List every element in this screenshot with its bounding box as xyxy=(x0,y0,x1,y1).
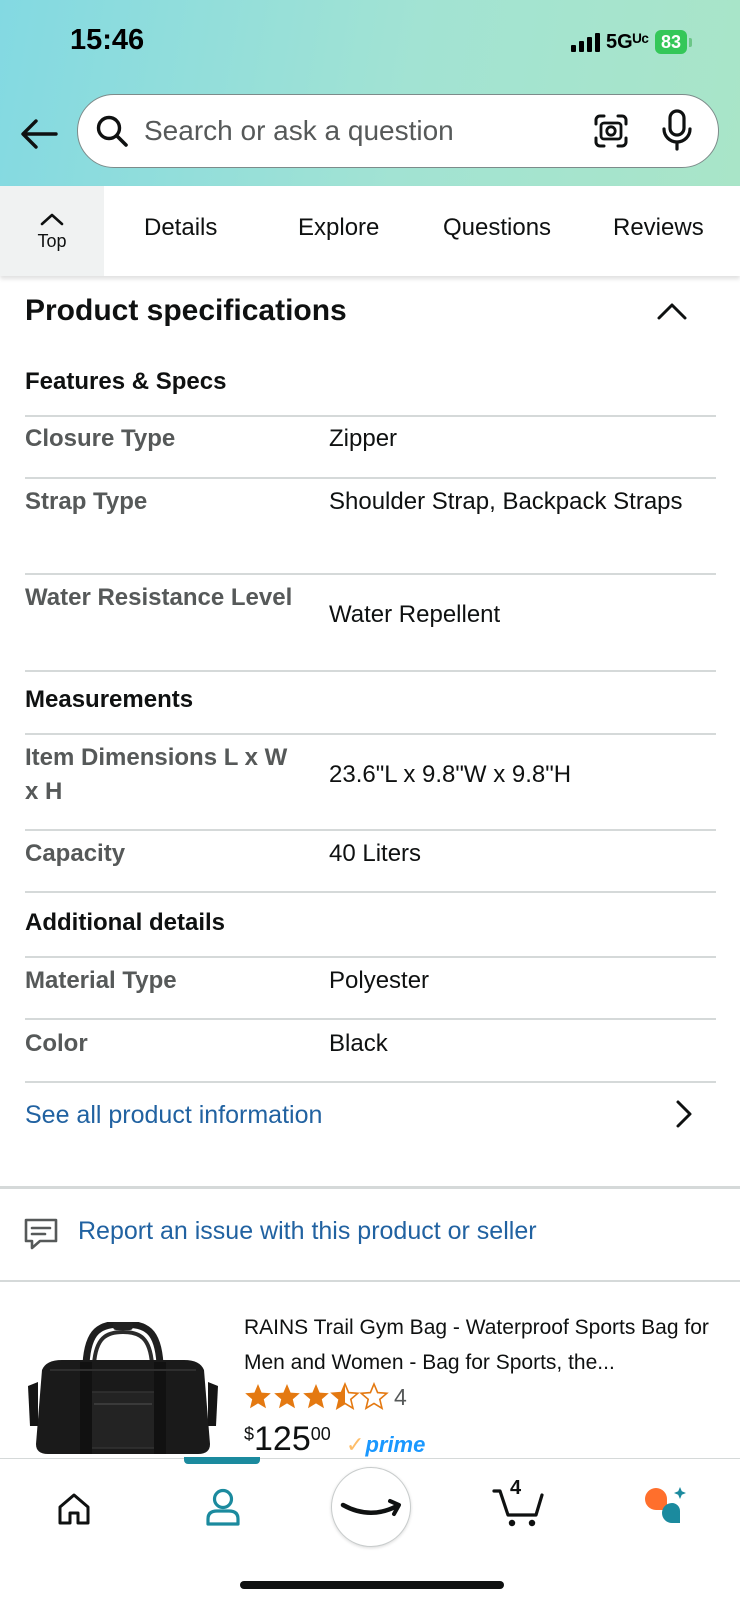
section-title: Product specifications xyxy=(25,294,347,327)
bottom-navigation: 4 xyxy=(0,1457,740,1600)
divider xyxy=(25,956,716,958)
spec-value: Polyester xyxy=(329,967,430,994)
spec-label: Item Dimensions L x W x H xyxy=(25,744,288,805)
account-icon[interactable] xyxy=(204,1487,242,1527)
price-symbol: $ xyxy=(244,1424,255,1444)
spec-value: Water Repellent xyxy=(329,601,501,628)
back-arrow-icon[interactable] xyxy=(20,116,58,152)
signal-icon xyxy=(570,32,600,52)
section-tabs: Top Details Explore Questions Reviews xyxy=(0,186,740,276)
report-issue-link[interactable]: Report an issue with this product or sel… xyxy=(78,1217,537,1246)
product-title[interactable]: RAINS Trail Gym Bag - Waterproof Sports … xyxy=(244,1310,724,1380)
product-image[interactable] xyxy=(28,1322,218,1460)
home-icon[interactable] xyxy=(56,1491,92,1527)
spec-section-heading: Measurements xyxy=(25,686,194,713)
amazon-smile-icon xyxy=(340,1499,401,1516)
divider xyxy=(25,733,716,735)
spec-label: Closure Type xyxy=(25,425,176,452)
active-tab-indicator xyxy=(184,1457,260,1464)
rufus-assistant-icon[interactable] xyxy=(642,1485,688,1527)
tab-reviews[interactable]: Reviews xyxy=(613,214,704,242)
status-time: 15:46 xyxy=(70,24,145,56)
network-type: 5Gᵁᶜ xyxy=(605,30,649,53)
tab-questions[interactable]: Questions xyxy=(443,214,551,242)
prime-badge: ✓prime xyxy=(346,1432,425,1458)
spec-value: Black xyxy=(329,1030,388,1057)
spec-value: 23.6"L x 9.8"W x 9.8"H xyxy=(329,761,572,788)
app-header: 15:46 5Gᵁᶜ 83 Search or ask a question xyxy=(0,0,740,186)
spec-section-heading: Features & Specs xyxy=(25,368,227,395)
spec-section-heading: Additional details xyxy=(25,909,226,936)
cart-count-badge: 4 xyxy=(510,1477,522,1499)
amazon-home-button[interactable] xyxy=(331,1467,411,1547)
divider xyxy=(25,415,716,417)
spec-label: Strap Type xyxy=(25,488,148,515)
divider xyxy=(25,1018,716,1020)
see-all-product-information-link[interactable]: See all product information xyxy=(25,1101,322,1130)
tab-top-label: Top xyxy=(37,230,67,251)
divider xyxy=(25,1081,716,1083)
spec-label: Water Resistance Level xyxy=(25,584,293,611)
spec-label: Capacity xyxy=(25,840,126,867)
price-whole: 125 xyxy=(254,1420,311,1458)
star-rating-icon xyxy=(245,1383,388,1410)
star-rating xyxy=(244,1382,394,1412)
divider xyxy=(25,573,716,575)
status-indicators: 5Gᵁᶜ 83 xyxy=(570,30,692,54)
spec-value: 40 Liters xyxy=(329,840,422,867)
divider xyxy=(25,670,716,672)
tab-explore[interactable]: Explore xyxy=(298,214,379,242)
divider xyxy=(25,477,716,479)
battery-level: 83 xyxy=(654,30,687,54)
price-fraction: 00 xyxy=(310,1424,331,1444)
tab-top[interactable]: Top xyxy=(0,186,104,276)
divider xyxy=(25,891,716,893)
spec-value: Zipper xyxy=(329,425,398,452)
chevron-up-icon[interactable] xyxy=(652,296,692,326)
product-price: $12500 xyxy=(244,1420,331,1459)
prime-label: prime xyxy=(365,1432,426,1457)
search-icon xyxy=(96,115,128,147)
home-indicator xyxy=(240,1581,504,1589)
microphone-icon[interactable] xyxy=(660,109,694,151)
rating-count[interactable]: 4 xyxy=(394,1384,407,1411)
section-divider xyxy=(0,1186,740,1189)
prime-check-icon: ✓ xyxy=(346,1432,365,1457)
spec-value: Shoulder Strap, Backpack Straps xyxy=(329,488,683,515)
divider xyxy=(25,829,716,831)
spec-label: Color xyxy=(25,1030,88,1057)
camera-scan-icon[interactable] xyxy=(592,112,630,150)
chevron-up-icon xyxy=(40,213,64,225)
sponsored-product-card[interactable]: RAINS Trail Gym Bag - Waterproof Sports … xyxy=(0,1280,740,1460)
spec-label: Material Type xyxy=(25,967,177,994)
chevron-right-icon[interactable] xyxy=(672,1098,696,1130)
battery-icon xyxy=(689,37,692,47)
search-bar[interactable]: Search or ask a question xyxy=(77,94,719,168)
feedback-icon xyxy=(24,1218,58,1250)
search-input[interactable]: Search or ask a question xyxy=(144,115,454,147)
tab-details[interactable]: Details xyxy=(144,214,217,242)
